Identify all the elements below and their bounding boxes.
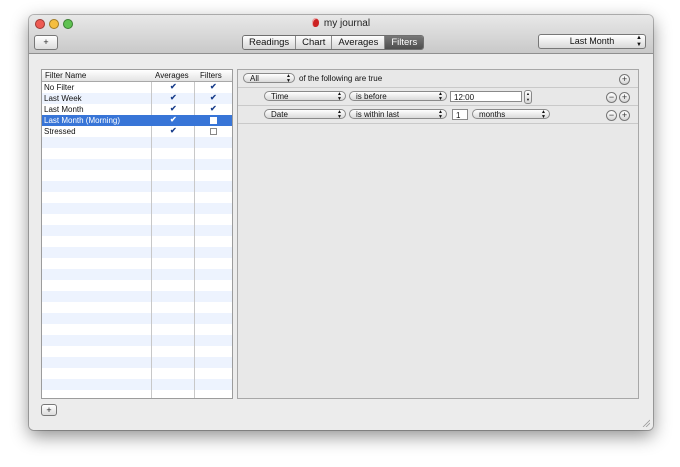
- add-row-button[interactable]: +: [619, 110, 630, 121]
- time-field[interactable]: 12:00: [450, 91, 522, 102]
- unit-popup-label: months: [479, 110, 506, 119]
- unchecked-checkbox[interactable]: [210, 128, 217, 135]
- filter-name-cell: Last Month: [44, 105, 84, 114]
- filter-name-cell: Stressed: [44, 127, 76, 136]
- table-row[interactable]: Last Week ✔ ✔: [42, 93, 232, 104]
- checkmark-icon[interactable]: ✔: [170, 127, 177, 135]
- match-popup[interactable]: All ▲ ▼: [243, 73, 295, 84]
- tab-filters[interactable]: Filters: [385, 36, 424, 49]
- remove-row-button[interactable]: −: [606, 110, 617, 121]
- column-header-filters[interactable]: Filters: [200, 70, 222, 81]
- add-button[interactable]: +: [34, 35, 58, 50]
- table-row[interactable]: Stressed ✔: [42, 126, 232, 137]
- tab-chart[interactable]: Chart: [296, 36, 333, 49]
- field-popup-label: Time: [271, 92, 289, 101]
- content-area: Filter Name Averages Filters No Filter ✔…: [29, 54, 653, 430]
- add-row-button[interactable]: +: [619, 92, 630, 103]
- checkmark-icon[interactable]: ✔: [210, 94, 217, 102]
- table-header: Filter Name Averages Filters: [42, 70, 232, 82]
- predicate-editor: All ▲ ▼ of the following are true + Time …: [237, 69, 639, 399]
- field-popup-label: Date: [271, 110, 288, 119]
- field-popup-date[interactable]: Date ▲ ▼: [264, 109, 346, 120]
- popup-arrows-icon: ▲ ▼: [541, 109, 546, 120]
- stepper-arrows-icon[interactable]: ▲ ▼: [524, 90, 532, 104]
- operator-popup-label: is within last: [356, 110, 400, 119]
- remove-row-button[interactable]: −: [606, 92, 617, 103]
- window-title: my journal: [323, 18, 371, 29]
- range-popup-label: Last Month: [569, 36, 615, 46]
- operator-popup-within[interactable]: is within last ▲ ▼: [349, 109, 447, 120]
- field-popup-time[interactable]: Time ▲ ▼: [264, 91, 346, 102]
- view-tabs: Readings Chart Averages Filters: [242, 35, 425, 50]
- add-filter-button[interactable]: +: [41, 404, 57, 416]
- window-title-area: my journal: [29, 18, 653, 29]
- tab-readings[interactable]: Readings: [243, 36, 297, 49]
- table-row[interactable]: Last Month ✔ ✔: [42, 104, 232, 115]
- match-popup-label: All: [250, 74, 259, 83]
- popup-arrows-icon: ▲ ▼: [438, 109, 443, 120]
- checkmark-icon[interactable]: ✔: [170, 94, 177, 102]
- checkmark-icon[interactable]: ✔: [170, 83, 177, 91]
- popup-arrows-icon: ▲ ▼: [337, 109, 342, 120]
- filter-name-cell: No Filter: [44, 83, 75, 92]
- app-window: my journal + Readings Chart Averages Fil…: [29, 15, 653, 430]
- table-row-selected[interactable]: Last Month (Morning) ✔: [42, 115, 232, 126]
- unit-popup[interactable]: months ▲ ▼: [472, 109, 550, 120]
- popup-arrows-icon: ▲ ▼: [636, 35, 642, 48]
- add-row-button[interactable]: +: [619, 74, 630, 85]
- title-bar: my journal + Readings Chart Averages Fil…: [29, 15, 653, 54]
- unchecked-checkbox[interactable]: [210, 117, 217, 124]
- filter-name-cell: Last Week: [44, 94, 82, 103]
- popup-arrows-icon: ▲ ▼: [286, 73, 291, 84]
- checkmark-icon[interactable]: ✔: [170, 116, 177, 124]
- checkmark-icon[interactable]: ✔: [170, 105, 177, 113]
- tab-averages[interactable]: Averages: [332, 36, 386, 49]
- filter-table: Filter Name Averages Filters No Filter ✔…: [41, 69, 233, 399]
- match-text: of the following are true: [299, 74, 383, 83]
- operator-popup-before[interactable]: is before ▲ ▼: [349, 91, 447, 102]
- journal-drop-icon: [311, 18, 319, 27]
- column-header-filter-name[interactable]: Filter Name: [45, 70, 86, 81]
- popup-arrows-icon: ▲ ▼: [337, 91, 342, 102]
- filter-name-cell: Last Month (Morning): [44, 116, 121, 125]
- amount-field[interactable]: 1: [452, 109, 468, 120]
- resize-grip-icon[interactable]: [642, 419, 650, 427]
- operator-popup-label: is before: [356, 92, 387, 101]
- checkmark-icon[interactable]: ✔: [210, 83, 217, 91]
- range-popup[interactable]: Last Month ▲ ▼: [538, 34, 646, 49]
- checkmark-icon[interactable]: ✔: [210, 105, 217, 113]
- column-header-averages[interactable]: Averages: [155, 70, 189, 81]
- table-row[interactable]: No Filter ✔ ✔: [42, 82, 232, 93]
- popup-arrows-icon: ▲ ▼: [438, 91, 443, 102]
